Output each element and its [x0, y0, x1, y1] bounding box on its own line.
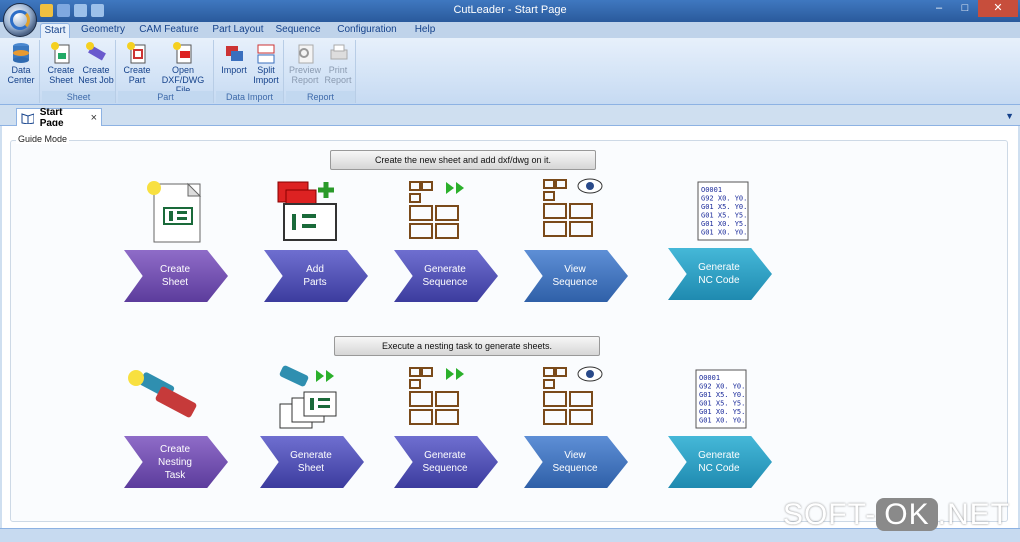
- nc-code-line: O0001: [699, 374, 720, 382]
- group-report: Preview Report Print Report Report: [286, 40, 356, 103]
- preview-report-icon: [294, 41, 316, 64]
- maximize-button[interactable]: □: [952, 0, 978, 17]
- generate-sequence-icon: [406, 178, 472, 249]
- close-tab-button[interactable]: ×: [91, 112, 97, 124]
- import-icon: [223, 41, 245, 63]
- create-nest-job-button[interactable]: Create Nest Job: [78, 41, 114, 85]
- group-sheet: Create Sheet Create Nest Job Sheet: [42, 40, 116, 103]
- dxf-file-icon: [172, 41, 194, 64]
- application-menu-button[interactable]: [3, 3, 37, 37]
- guide-mode-label: Guide Mode: [16, 134, 70, 144]
- print-report-button[interactable]: Print Report: [322, 41, 354, 85]
- group-data-import: Import Split Import Data Import: [216, 40, 284, 103]
- group-label-sheet: Sheet: [42, 91, 115, 103]
- split-import-icon: [255, 41, 277, 64]
- nc-code-line: G01 X0. Y5.: [699, 408, 745, 416]
- data-center-button[interactable]: Data Center: [4, 41, 38, 85]
- nc-code-line: G01 X5. Y0.: [699, 391, 745, 399]
- nc-code-line: G01 X0. Y0.: [699, 417, 745, 425]
- generate-sheet-icon: [276, 364, 342, 437]
- new-part-icon: [126, 41, 148, 64]
- view-sequence-icon: [540, 176, 606, 249]
- nc-code-line: G92 X0. Y0.: [701, 195, 747, 203]
- minimize-button[interactable]: –: [926, 0, 952, 17]
- split-import-button[interactable]: Split Import: [250, 41, 282, 85]
- tab-geometry[interactable]: Geometry: [78, 23, 128, 38]
- nc-code-file-icon-row2: O0001 G92 X0. Y0. G01 X5. Y0. G01 X5. Y5. G0…: [694, 368, 750, 433]
- nc-code-line: G01 X5. Y0.: [701, 203, 747, 211]
- nc-code-line: O0001: [701, 186, 722, 194]
- nc-code-file-icon-row1: O0001 G92 X0. Y0. G01 X5. Y0. G01 X5. Y5. G0…: [696, 180, 752, 245]
- nc-code-line: G01 X0. Y5.: [701, 220, 747, 228]
- ribbon: Data Center Create Sheet Create Nest Job…: [0, 38, 1020, 105]
- add-parts-icon: [274, 178, 340, 247]
- book-icon: [21, 112, 34, 124]
- tab-help[interactable]: Help: [410, 23, 440, 38]
- ribbon-tab-bar: Start Geometry CAM Feature Part Layout S…: [0, 22, 1020, 38]
- start-page: Guide Mode Create the new sheet and add …: [2, 126, 1018, 528]
- group-label-part: Part: [118, 91, 213, 103]
- group-part: Create Part Open DXF/DWG File Part: [118, 40, 214, 103]
- preview-report-button[interactable]: Preview Report: [288, 41, 322, 85]
- tab-cam-feature[interactable]: CAM Feature: [138, 23, 200, 38]
- tab-configuration[interactable]: Configuration: [334, 23, 400, 38]
- tab-start[interactable]: Start: [40, 23, 70, 38]
- group-data-center: Data Center: [2, 40, 40, 103]
- tab-sequence[interactable]: Sequence: [274, 23, 322, 38]
- start-page-tab[interactable]: Start Page ×: [16, 107, 102, 129]
- tab-part-layout[interactable]: Part Layout: [210, 23, 266, 38]
- watermark: SOFT- OK .NET: [782, 498, 1010, 531]
- view-sequence-icon-row2: [540, 364, 606, 437]
- group-label-report: Report: [286, 91, 355, 103]
- new-sheet-workflow-button[interactable]: Create the new sheet and add dxf/dwg on …: [330, 150, 596, 170]
- create-sheet-button[interactable]: Create Sheet: [44, 41, 78, 85]
- import-button[interactable]: Import: [218, 41, 250, 75]
- new-sheet-icon: [50, 41, 72, 64]
- title-bar: CutLeader - Start Page – □ ✕: [0, 0, 1020, 22]
- nesting-workflow-button[interactable]: Execute a nesting task to generate sheet…: [334, 336, 600, 356]
- printer-icon: [327, 41, 349, 63]
- create-nesting-task-icon: [126, 368, 204, 433]
- window-controls: – □ ✕: [926, 0, 1018, 17]
- tab-list-dropdown-icon[interactable]: ▼: [1005, 111, 1014, 121]
- nc-code-line: G01 X0. Y0.: [701, 229, 747, 237]
- database-icon: [10, 41, 32, 63]
- document-tab-strip: Start Page × ▼: [0, 106, 1020, 129]
- close-window-button[interactable]: ✕: [978, 0, 1018, 17]
- nc-code-line: G01 X5. Y5.: [699, 400, 745, 408]
- create-sheet-icon: [142, 178, 206, 247]
- create-part-button[interactable]: Create Part: [120, 41, 154, 85]
- group-label-data-import: Data Import: [216, 91, 283, 103]
- open-dxf-dwg-button[interactable]: Open DXF/DWG File: [154, 41, 212, 95]
- window-title: CutLeader - Start Page: [453, 4, 567, 16]
- generate-sequence-icon-row2: [406, 364, 472, 437]
- nest-job-icon: [85, 41, 107, 63]
- nc-code-line: G92 X0. Y0.: [699, 383, 745, 391]
- nc-code-line: G01 X5. Y5.: [701, 212, 747, 220]
